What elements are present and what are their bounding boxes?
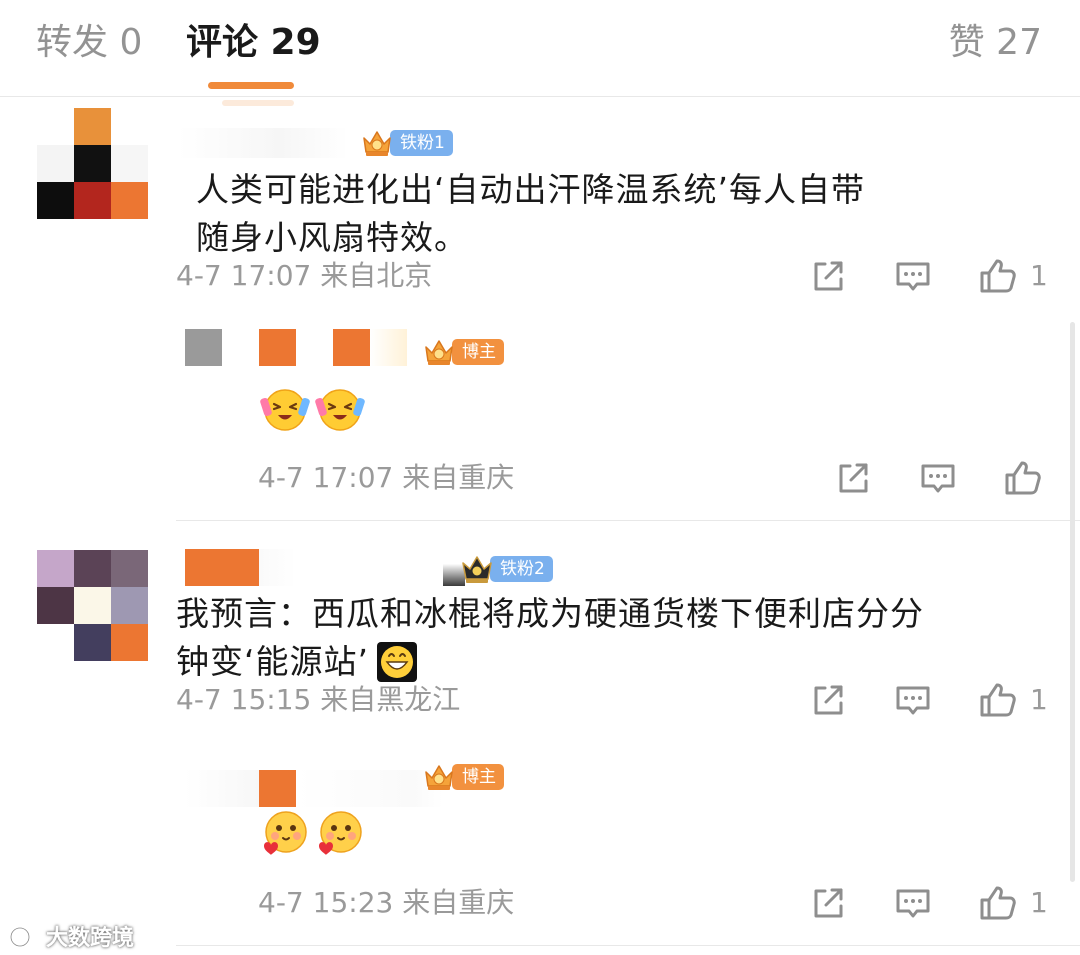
crown-icon: [360, 126, 394, 160]
hot-face-fan-emoji: [260, 384, 310, 434]
reply-meta: 4-7 17:07 来自重庆: [258, 461, 515, 494]
avatar[interactable]: [37, 108, 148, 219]
comment-icon[interactable]: [893, 883, 933, 923]
like-count: 1: [1030, 683, 1048, 716]
crown-icon: [422, 335, 456, 369]
reply-meta: 4-7 15:23 来自重庆: [258, 886, 515, 919]
comment-tab-bar: 转发 0 评论 29 赞 27: [0, 0, 1080, 97]
username[interactable]: [185, 549, 465, 586]
active-tab-indicator: [208, 82, 294, 89]
like-icon[interactable]: [978, 883, 1018, 923]
tab-repost[interactable]: 转发 0: [36, 22, 142, 64]
comment-text-line: 钟变‘能源站’: [176, 638, 924, 686]
tab-indicator-shadow: [222, 100, 294, 106]
comment-text-line-2: 钟变‘能源站’: [176, 642, 369, 681]
comment-divider: [176, 520, 1080, 521]
repost-icon[interactable]: [808, 883, 848, 923]
watermark-logo-icon: [9, 924, 41, 948]
hot-face-fan-emoji: [315, 384, 365, 434]
tab-likes[interactable]: 赞 27: [949, 22, 1042, 64]
avatar[interactable]: [37, 550, 148, 661]
comment-text: 我预言：西瓜和冰棍将成为硬通货楼下便利店分分 钟变‘能源站’: [176, 590, 924, 686]
tab-comments[interactable]: 评论 29: [186, 22, 321, 64]
comment-icon[interactable]: [893, 680, 933, 720]
grinning-emoji: [376, 642, 417, 682]
watermark-text: 大数跨境: [46, 926, 135, 951]
fan-badge-label: 铁粉1: [390, 130, 453, 156]
repost-icon[interactable]: [808, 256, 848, 296]
crown-icon: [422, 760, 456, 794]
comment-icon[interactable]: [918, 458, 958, 498]
comment-divider: [176, 945, 1080, 946]
fan-badge[interactable]: 铁粉1: [360, 128, 453, 158]
scrollbar[interactable]: [1070, 322, 1075, 882]
comment-meta: 4-7 15:15 来自黑龙江: [176, 683, 461, 716]
like-icon[interactable]: [978, 256, 1018, 296]
username[interactable]: [178, 128, 348, 158]
repost-icon[interactable]: [808, 680, 848, 720]
comment-text: 人类可能进化出‘自动出汗降温系统’每人自带 随身小风扇特效。: [196, 166, 865, 262]
blushing-heart-emoji: [315, 808, 365, 858]
like-icon[interactable]: [1003, 458, 1043, 498]
fan-badge-label: 铁粉2: [490, 556, 553, 582]
watermark: 大数跨境: [8, 920, 134, 952]
comment-meta: 4-7 17:07 来自北京: [176, 259, 433, 292]
comment-icon[interactable]: [893, 256, 933, 296]
host-badge-label: 博主: [452, 764, 504, 790]
host-badge[interactable]: 博主: [422, 762, 504, 792]
repost-icon[interactable]: [833, 458, 873, 498]
like-count: 1: [1030, 259, 1048, 292]
comment-text-line: 我预言：西瓜和冰棍将成为硬通货楼下便利店分分: [176, 594, 924, 633]
reply-username[interactable]: [185, 770, 443, 807]
host-badge-label: 博主: [452, 339, 504, 365]
host-badge[interactable]: 博主: [422, 337, 504, 367]
like-count: 1: [1030, 886, 1048, 919]
fan-badge[interactable]: 铁粉2: [460, 554, 553, 584]
like-icon[interactable]: [978, 680, 1018, 720]
reply-username[interactable]: [185, 329, 407, 366]
comment-text-line: 人类可能进化出‘自动出汗降温系统’每人自带: [196, 170, 865, 209]
crown-icon: [460, 552, 494, 586]
blushing-heart-emoji: [260, 808, 310, 858]
comment-text-line: 随身小风扇特效。: [196, 218, 468, 257]
